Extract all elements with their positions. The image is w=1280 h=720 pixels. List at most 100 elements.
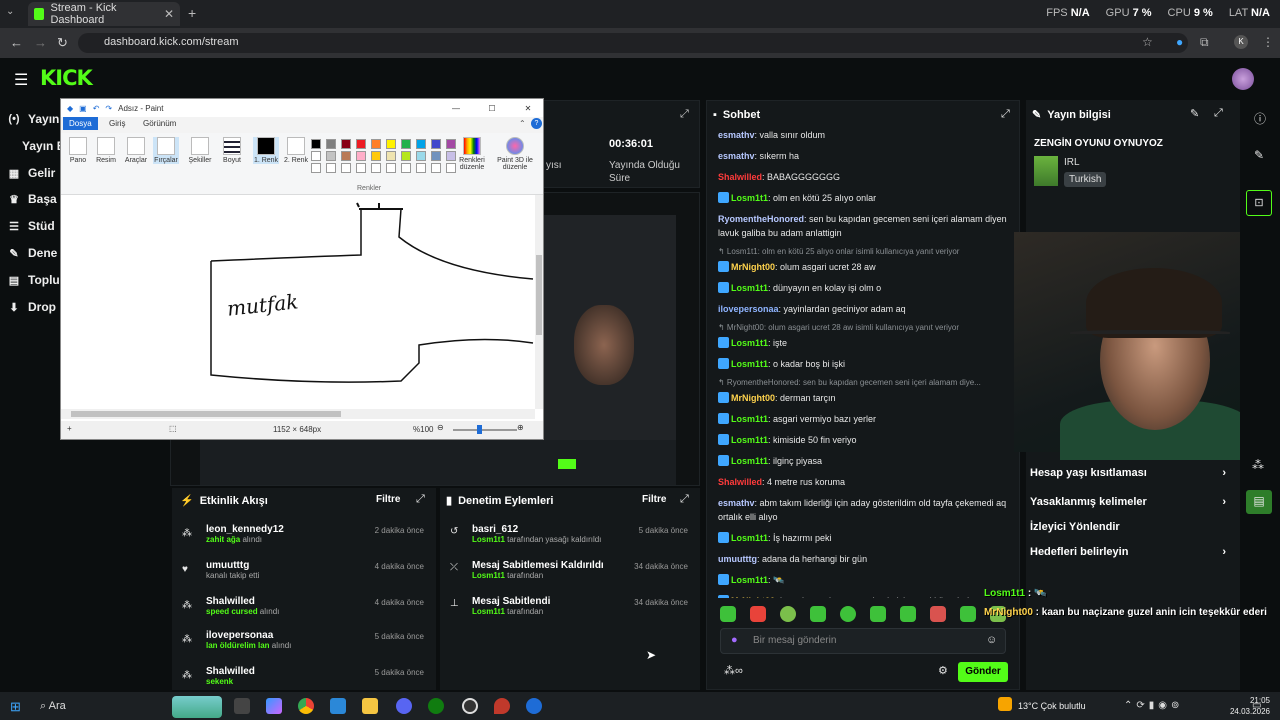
- tools-tool[interactable]: Araçlar: [123, 137, 149, 164]
- redo-icon[interactable]: ↷: [105, 104, 112, 113]
- kick-logo[interactable]: KICK: [40, 66, 93, 90]
- vertical-scrollbar[interactable]: [535, 195, 543, 409]
- chat-username[interactable]: esmathv: [718, 151, 755, 161]
- points-icon[interactable]: ⁂∞: [724, 664, 743, 677]
- info-icon[interactable]: ⓘ: [1254, 110, 1266, 127]
- expand-info-icon[interactable]: ⤢: [1214, 107, 1223, 120]
- paint-taskbar-icon[interactable]: [526, 698, 542, 714]
- points-widget-icon[interactable]: ⁂: [1252, 458, 1264, 472]
- sidebar-item-studio[interactable]: ☰ Stüd: [8, 219, 55, 233]
- chat-username[interactable]: esmathv: [718, 130, 755, 140]
- reload-icon[interactable]: ↻: [57, 35, 68, 51]
- user-avatar[interactable]: [1232, 68, 1254, 90]
- taskbar-clock[interactable]: 21:05 24.03.2026: [1230, 695, 1270, 717]
- microphone-icon[interactable]: ●: [731, 634, 738, 646]
- chat-username[interactable]: Losm1t1: [731, 338, 768, 348]
- menu-raid[interactable]: İzleyici Yönlendir: [1030, 521, 1226, 533]
- save-icon[interactable]: ▣: [79, 104, 87, 113]
- collapse-ribbon-icon[interactable]: ⌃: [519, 119, 526, 128]
- zoom-slider-thumb[interactable]: [477, 425, 482, 434]
- tab-file[interactable]: Dosya: [63, 117, 98, 130]
- close-icon[interactable]: ✕: [513, 104, 543, 113]
- emote-icon[interactable]: [960, 606, 976, 622]
- size-tool[interactable]: Boyut: [219, 137, 245, 164]
- emote-icon[interactable]: [720, 606, 736, 622]
- zoom-slider[interactable]: [453, 429, 517, 431]
- chat-username[interactable]: Shalwilled: [718, 172, 762, 182]
- chat-username[interactable]: Losm1t1: [731, 414, 768, 424]
- task-view-icon[interactable]: [234, 698, 250, 714]
- app-pin-icon[interactable]: [494, 698, 510, 714]
- horizontal-scrollbar[interactable]: [61, 409, 535, 419]
- extensions-puzzle-icon[interactable]: ⧉: [1200, 35, 1209, 50]
- bookmark-star-icon[interactable]: ☆: [1142, 35, 1153, 49]
- copilot-icon[interactable]: [266, 698, 282, 714]
- expand-moderation-icon[interactable]: ⤢: [680, 493, 689, 506]
- help-icon[interactable]: ?: [531, 118, 542, 129]
- system-tray-icons[interactable]: ⌃⟳▮◉⊚: [1124, 700, 1183, 711]
- start-icon[interactable]: ⊞: [10, 699, 21, 715]
- chat-username[interactable]: Shalwilled: [718, 477, 762, 487]
- chat-username[interactable]: ilovepersonaa: [718, 304, 779, 314]
- chat-username[interactable]: Losm1t1: [731, 359, 768, 369]
- clipboard-tool[interactable]: Pano: [65, 137, 91, 164]
- file-explorer-icon[interactable]: [362, 698, 378, 714]
- chat-username[interactable]: Losm1t1: [731, 283, 768, 293]
- expand-activity-icon[interactable]: ⤢: [416, 493, 425, 506]
- activity-filter-button[interactable]: Filtre: [376, 494, 400, 505]
- xbox-icon[interactable]: [428, 698, 444, 714]
- profile-avatar[interactable]: K: [1234, 35, 1248, 49]
- extension-icon[interactable]: ●: [1176, 35, 1183, 49]
- color-palette[interactable]: [311, 139, 459, 173]
- sidebar-item-achievements[interactable]: ♛ Başa: [8, 192, 57, 206]
- sidebar-item-stream-info[interactable]: Yayın B: [22, 139, 65, 153]
- maximize-icon[interactable]: ☐: [477, 104, 507, 113]
- menu-banned-words[interactable]: Yasaklanmış kelimeler ›: [1030, 496, 1226, 508]
- chat-input[interactable]: Bir mesaj gönderin: [720, 628, 1006, 654]
- chat-username[interactable]: Losm1t1: [731, 575, 768, 585]
- undo-icon[interactable]: ↶: [93, 104, 100, 113]
- chat-username[interactable]: MrNight00: [731, 596, 775, 598]
- image-tool[interactable]: Resim: [93, 137, 119, 164]
- obs-icon[interactable]: [462, 698, 478, 714]
- new-tab-icon[interactable]: +: [188, 5, 196, 21]
- hamburger-menu-icon[interactable]: ☰: [14, 70, 28, 90]
- forward-icon[interactable]: →: [34, 35, 47, 50]
- paint-canvas[interactable]: mutfak: [61, 195, 535, 409]
- emote-icon[interactable]: [870, 606, 886, 622]
- chat-username[interactable]: Losm1t1: [731, 435, 768, 445]
- emote-icon[interactable]: [810, 606, 826, 622]
- app-icon[interactable]: [330, 698, 346, 714]
- chat-username[interactable]: Losm1t1: [731, 533, 768, 543]
- close-tab-icon[interactable]: ✕: [164, 7, 174, 21]
- zoom-in-icon[interactable]: ⊕: [517, 423, 524, 432]
- menu-age-restriction[interactable]: Hesap yaşı kısıtlaması ›: [1030, 467, 1226, 479]
- emote-icon[interactable]: [840, 606, 856, 622]
- tab-home[interactable]: Giriş: [109, 119, 125, 128]
- menu-goals[interactable]: Hedefleri belirleyin ›: [1030, 546, 1226, 558]
- chat-username[interactable]: MrNight00: [731, 262, 775, 272]
- edit-icon[interactable]: ✎: [1254, 148, 1264, 162]
- browser-menu-icon[interactable]: ⋮: [1262, 35, 1274, 49]
- browser-tab[interactable]: Stream - Kick Dashboard ✕: [28, 2, 180, 26]
- color1-selector[interactable]: 1. Renk: [253, 137, 279, 164]
- emoji-icon[interactable]: ☺: [986, 634, 997, 646]
- expand-chat-icon[interactable]: ⤢: [1001, 108, 1010, 121]
- send-button[interactable]: Gönder: [958, 662, 1008, 682]
- taskbar-search[interactable]: ⌕ Ara: [40, 700, 66, 713]
- chat-username[interactable]: umuutttg: [718, 554, 757, 564]
- chat-username[interactable]: Losm1t1: [731, 193, 768, 203]
- shapes-tool[interactable]: Şekiller: [187, 137, 213, 164]
- edit-info-icon[interactable]: ✎: [1190, 107, 1199, 120]
- emote-icon[interactable]: [750, 606, 766, 622]
- notifications-icon[interactable]: ▭: [1252, 700, 1261, 711]
- expand-stats-icon[interactable]: ⤢: [680, 108, 689, 121]
- minimize-icon[interactable]: —: [441, 104, 471, 113]
- moderation-filter-button[interactable]: Filtre: [642, 494, 666, 505]
- chat-username[interactable]: esmathv: [718, 498, 755, 508]
- brushes-tool[interactable]: Fırçalar: [153, 137, 179, 164]
- emote-icon[interactable]: [930, 606, 946, 622]
- chat-username[interactable]: RyomentheHonored: [718, 214, 804, 224]
- emote-icon[interactable]: [900, 606, 916, 622]
- camera-icon[interactable]: ⊡: [1246, 190, 1272, 216]
